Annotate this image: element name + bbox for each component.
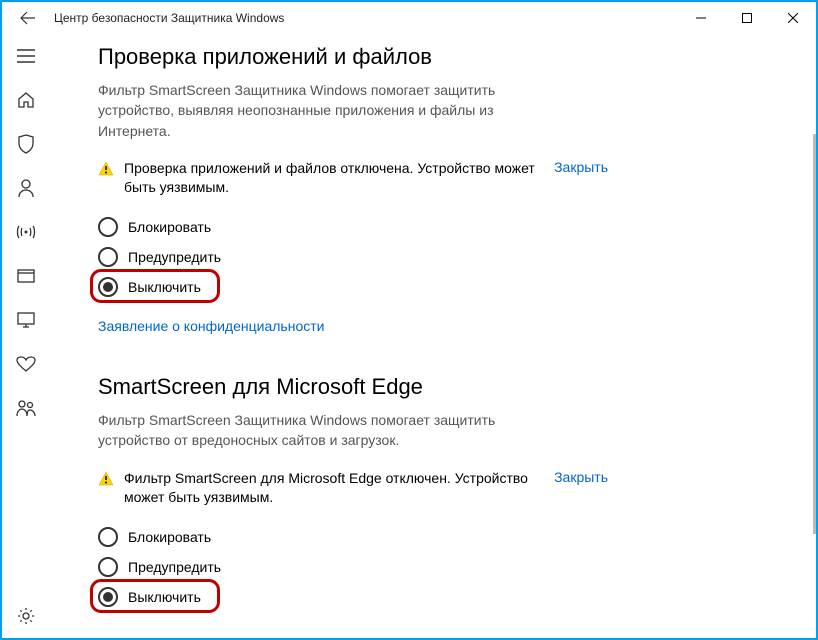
alert-text: Фильтр SmartScreen для Microsoft Edge от…	[124, 469, 542, 508]
section-description: Фильтр SmartScreen Защитника Windows пом…	[98, 410, 548, 451]
radio-label: Блокировать	[128, 529, 211, 545]
titlebar: Центр безопасности Защитника Windows	[2, 2, 816, 34]
privacy-link[interactable]: Заявление о конфиденциальности	[98, 318, 770, 334]
content-scroll[interactable]: Проверка приложений и файлов Фильтр Smar…	[50, 34, 770, 638]
section-heading: SmartScreen для Microsoft Edge	[98, 374, 770, 400]
radio-warn[interactable]: Предупредить	[98, 242, 770, 272]
window-title: Центр безопасности Защитника Windows	[54, 11, 284, 25]
shield-icon	[17, 134, 35, 154]
sidebar-item-family[interactable]	[2, 386, 50, 430]
sidebar-item-health[interactable]	[2, 342, 50, 386]
alert-close-link[interactable]: Закрыть	[554, 469, 608, 485]
window-body: Проверка приложений и файлов Фильтр Smar…	[2, 34, 816, 638]
antenna-icon	[16, 224, 36, 240]
radio-warn[interactable]: Предупредить	[98, 552, 770, 582]
annotation-highlight: Выключить	[98, 272, 201, 302]
radio-circle-icon	[98, 527, 118, 547]
alert-banner: Проверка приложений и файлов отключена. …	[98, 159, 608, 198]
sidebar-item-settings[interactable]	[2, 594, 50, 638]
radio-group-edge: Блокировать Предупредить Выключить	[98, 522, 770, 612]
gear-icon	[17, 607, 35, 625]
minimize-icon	[696, 13, 706, 23]
section-description: Фильтр SmartScreen Защитника Windows пом…	[98, 80, 548, 141]
radio-block[interactable]: Блокировать	[98, 522, 770, 552]
minimize-button[interactable]	[678, 2, 724, 34]
radio-circle-icon	[98, 557, 118, 577]
scrollbar-thumb[interactable]	[813, 134, 816, 534]
maximize-icon	[742, 13, 752, 23]
radio-off[interactable]: Выключить	[98, 272, 201, 302]
hamburger-icon	[17, 49, 35, 63]
radio-circle-icon	[98, 277, 118, 297]
maximize-button[interactable]	[724, 2, 770, 34]
close-button[interactable]	[770, 2, 816, 34]
back-button[interactable]	[8, 2, 48, 34]
window-root: Центр безопасности Защитника Windows	[0, 0, 818, 640]
radio-circle-icon	[98, 217, 118, 237]
radio-off[interactable]: Выключить	[98, 582, 201, 612]
radio-circle-icon	[98, 247, 118, 267]
sidebar-item-virus[interactable]	[2, 122, 50, 166]
sidebar-item-device[interactable]	[2, 298, 50, 342]
radio-label: Выключить	[128, 279, 201, 295]
home-icon	[17, 91, 35, 109]
radio-label: Предупредить	[128, 249, 221, 265]
app-icon	[17, 269, 35, 283]
alert-text: Проверка приложений и файлов отключена. …	[124, 159, 542, 198]
sidebar-item-home[interactable]	[2, 78, 50, 122]
warning-icon	[98, 161, 114, 177]
sidebar-item-app-control[interactable]	[2, 254, 50, 298]
radio-label: Предупредить	[128, 559, 221, 575]
content-area: Проверка приложений и файлов Фильтр Smar…	[50, 34, 816, 638]
annotation-highlight: Выключить	[98, 582, 201, 612]
sidebar-item-firewall[interactable]	[2, 210, 50, 254]
sidebar-item-account[interactable]	[2, 166, 50, 210]
radio-group-apps: Блокировать Предупредить Выключить	[98, 212, 770, 302]
radio-circle-icon	[98, 587, 118, 607]
person-icon	[17, 178, 35, 198]
section-apps-files: Проверка приложений и файлов Фильтр Smar…	[98, 44, 770, 334]
window-controls	[678, 2, 816, 34]
warning-icon	[98, 471, 114, 487]
family-icon	[16, 399, 36, 417]
sidebar	[2, 34, 50, 638]
close-icon	[788, 13, 798, 23]
radio-label: Выключить	[128, 589, 201, 605]
hamburger-button[interactable]	[2, 34, 50, 78]
alert-banner: Фильтр SmartScreen для Microsoft Edge от…	[98, 469, 608, 508]
radio-block[interactable]: Блокировать	[98, 212, 770, 242]
section-edge: SmartScreen для Microsoft Edge Фильтр Sm…	[98, 374, 770, 612]
heart-icon	[16, 356, 36, 372]
alert-close-link[interactable]: Закрыть	[554, 159, 608, 175]
section-heading: Проверка приложений и файлов	[98, 44, 770, 70]
monitor-icon	[17, 312, 35, 328]
radio-label: Блокировать	[128, 219, 211, 235]
arrow-left-icon	[20, 10, 36, 26]
